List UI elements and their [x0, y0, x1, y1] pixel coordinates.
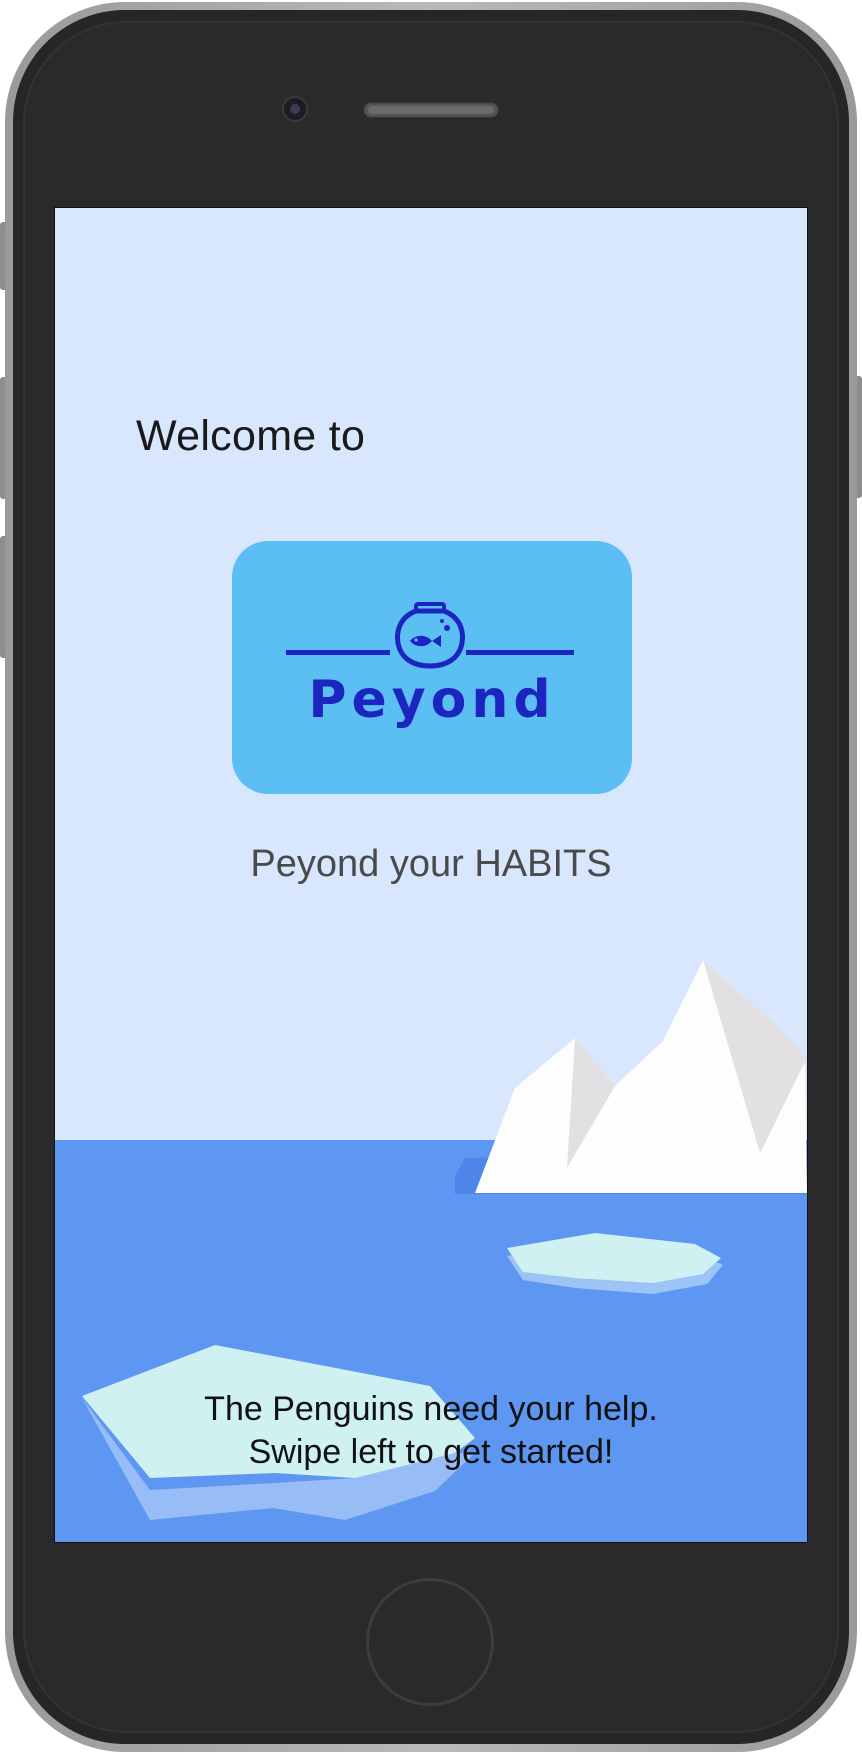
peyond-logo: Peyond: [232, 541, 632, 794]
welcome-heading: Welcome to: [136, 412, 366, 460]
instruction-line-1: The Penguins need your help.: [204, 1390, 658, 1428]
onboarding-instruction: The Penguins need your help. Swipe left …: [55, 1388, 807, 1474]
fishbowl-icon: [395, 602, 465, 669]
brand-name: Peyond: [308, 670, 556, 730]
instruction-line-2: Swipe left to get started!: [248, 1433, 614, 1471]
logo-line-right: [466, 650, 574, 655]
home-button[interactable]: [366, 1578, 494, 1706]
app-screen[interactable]: Welcome to Peyond Peyond your HABITS The…: [55, 208, 807, 1542]
tagline: Peyond your HABITS: [250, 843, 612, 885]
logo-line-left: [286, 650, 390, 655]
